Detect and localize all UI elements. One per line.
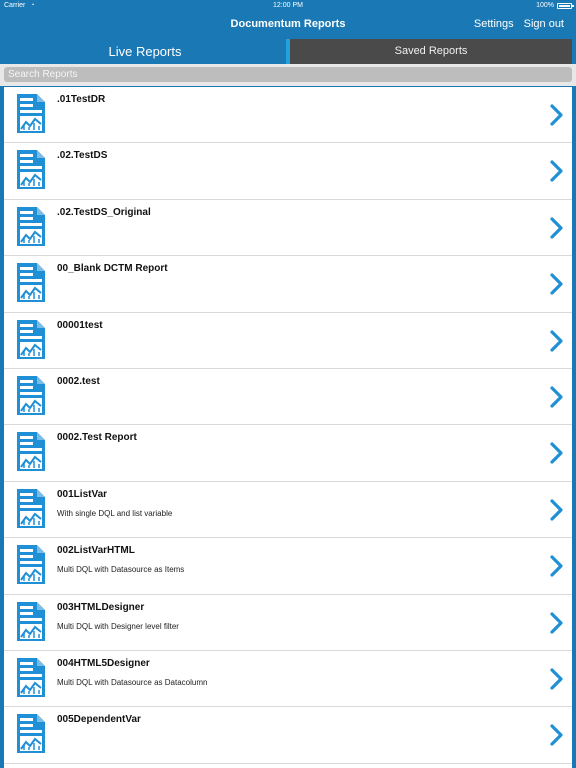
report-chart-icon (17, 319, 45, 359)
chevron-right-icon[interactable] (550, 499, 564, 521)
report-row[interactable]: 002ListVarHTML Multi DQL with Datasource… (4, 538, 572, 595)
report-title: 002ListVarHTML (57, 545, 135, 557)
tab-saved-reports[interactable]: Saved Reports (290, 39, 572, 64)
nav-bar: Documentum Reports Settings Sign out (0, 12, 576, 38)
report-row[interactable]: 005DependentVar (4, 707, 572, 764)
report-title: 001ListVar (57, 488, 108, 500)
search-bar (0, 64, 576, 86)
report-title: 005DependentVar (57, 714, 141, 726)
report-row[interactable]: .02.TestDS_Original (4, 200, 572, 257)
report-title: 0002.test (57, 375, 100, 387)
report-title: .02.TestDS (57, 150, 108, 162)
chevron-right-icon[interactable] (550, 442, 564, 464)
report-chart-icon (17, 714, 45, 754)
status-time: 12:00 PM (273, 2, 303, 9)
report-subtitle: Multi DQL with Datasource as Items (57, 565, 185, 575)
report-title: 0002.Test Report (57, 432, 137, 444)
report-chart-icon (17, 545, 45, 585)
report-row[interactable]: 001ListVar With single DQL and list vari… (4, 482, 572, 539)
report-subtitle: Multi DQL with Designer level filter (57, 621, 179, 631)
chevron-right-icon[interactable] (550, 217, 564, 239)
tab-live-reports[interactable]: Live Reports (4, 39, 286, 64)
report-chart-icon (17, 432, 45, 472)
report-chart-icon (17, 150, 45, 190)
chevron-right-icon[interactable] (550, 104, 564, 126)
report-title: .02.TestDS_Original (57, 206, 151, 218)
report-title: .01TestDR (57, 94, 106, 105)
search-input[interactable] (4, 67, 572, 82)
report-chart-icon (17, 488, 45, 528)
report-title: 004HTML5Designer (57, 657, 150, 669)
report-row[interactable]: 0002.Test Report (4, 425, 572, 482)
chevron-right-icon[interactable] (550, 329, 564, 352)
battery-percent: 100% (536, 2, 554, 9)
chevron-right-icon[interactable] (550, 668, 564, 690)
report-row[interactable]: 003HTMLDesigner Multi DQL with Designer … (4, 595, 572, 651)
report-chart-icon (17, 657, 45, 697)
report-row[interactable]: .02.TestDS (4, 143, 572, 200)
report-subtitle: Multi DQL with Datasource as Datacolumn (57, 677, 208, 687)
report-title: 003HTMLDesigner (57, 601, 145, 613)
signout-button[interactable]: Sign out (524, 12, 564, 38)
report-chart-icon (17, 263, 45, 303)
report-row[interactable]: 00001test (4, 313, 572, 369)
chevron-right-icon[interactable] (550, 386, 564, 408)
report-title: 00_Blank DCTM Report (57, 263, 168, 275)
report-chart-icon (17, 375, 45, 415)
nav-actions: Settings Sign out (474, 12, 564, 38)
report-row[interactable]: 004HTML5Designer Multi DQL with Datasour… (4, 651, 572, 708)
report-chart-icon (17, 601, 45, 641)
battery-status: 100% (536, 0, 574, 12)
battery-icon (557, 3, 574, 9)
chevron-right-icon[interactable] (550, 724, 564, 746)
report-row[interactable]: 0002.test (4, 369, 572, 426)
report-subtitle: With single DQL and list variable (57, 508, 173, 518)
report-row[interactable]: 00_Blank DCTM Report (4, 256, 572, 313)
report-chart-icon (17, 94, 45, 133)
chevron-right-icon[interactable] (550, 273, 564, 295)
report-title: 00001test (57, 319, 103, 331)
status-bar: Carrier ◔ 12:00 PM 100% (0, 0, 576, 12)
report-row[interactable]: .01TestDR (4, 87, 572, 144)
chevron-right-icon[interactable] (550, 555, 564, 577)
chevron-right-icon[interactable] (550, 611, 564, 634)
report-tabs: Live Reports Saved Reports (4, 39, 572, 64)
chevron-right-icon[interactable] (550, 160, 564, 182)
report-list: .01TestDR .02.TestDS .02.TestDS_Original… (4, 87, 572, 768)
report-chart-icon (17, 206, 45, 246)
settings-button[interactable]: Settings (474, 12, 514, 38)
